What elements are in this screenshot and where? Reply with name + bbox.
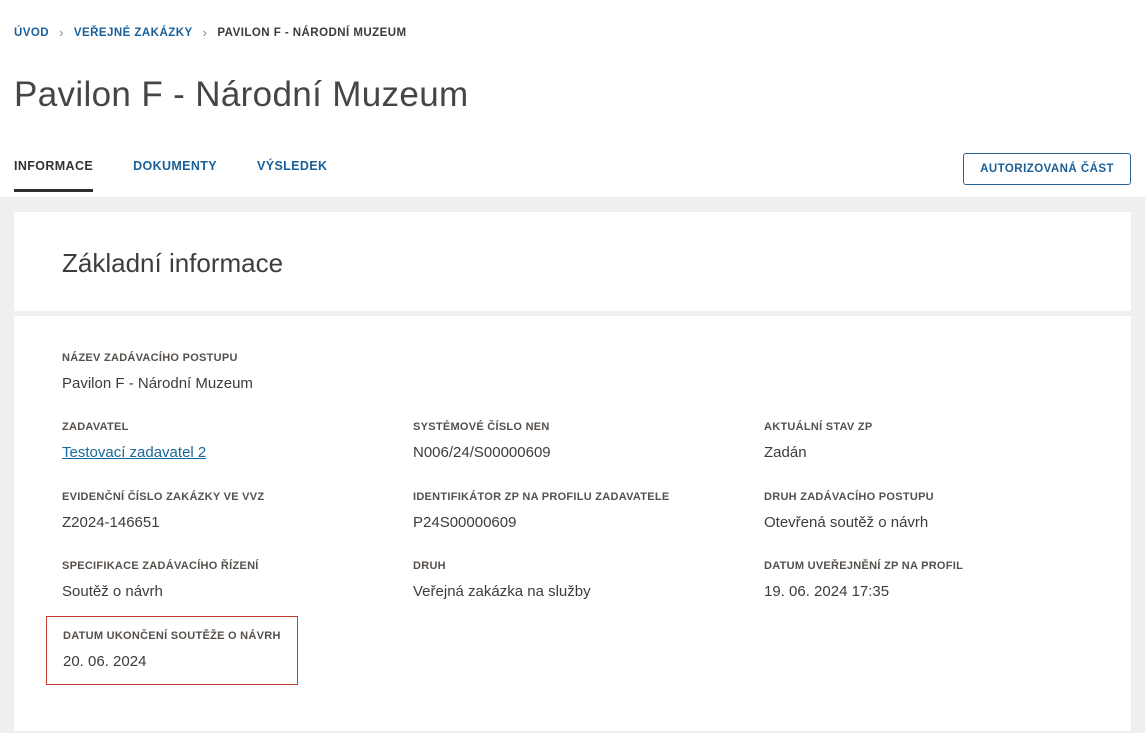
field-value: Soutěž o návrh bbox=[62, 583, 389, 600]
field-evidencni-cislo-vvz: EVIDENČNÍ ČÍSLO ZAKÁZKY VE VVZ Z2024-146… bbox=[62, 491, 389, 531]
field-label: AKTUÁLNÍ STAV ZP bbox=[764, 421, 1091, 433]
field-datum-ukonceni-souteze: DATUM UKONČENÍ SOUTĚŽE O NÁVRH 20. 06. 2… bbox=[62, 629, 389, 685]
field-nazev-zadavaciho-postupu: NÁZEV ZADÁVACÍHO POSTUPU Pavilon F - Nár… bbox=[62, 352, 1091, 392]
zadavatel-link[interactable]: Testovací zadavatel 2 bbox=[62, 444, 206, 461]
field-value: 20. 06. 2024 bbox=[63, 653, 281, 670]
field-value: N006/24/S00000609 bbox=[413, 444, 740, 461]
tab-vysledek[interactable]: VÝSLEDEK bbox=[257, 159, 327, 192]
field-label: DRUH ZADÁVACÍHO POSTUPU bbox=[764, 491, 1091, 503]
field-zadavatel: ZADAVATEL Testovací zadavatel 2 bbox=[62, 421, 389, 462]
section-title: Základní informace bbox=[62, 248, 1083, 279]
tab-dokumenty[interactable]: DOKUMENTY bbox=[133, 159, 217, 192]
field-identifikator-zp: IDENTIFIKÁTOR ZP NA PROFILU ZADAVATELE P… bbox=[413, 491, 740, 531]
chevron-right-icon: › bbox=[59, 26, 64, 39]
breadcrumb: ÚVOD › VEŘEJNÉ ZAKÁZKY › PAVILON F - NÁR… bbox=[14, 26, 1131, 39]
field-label: NÁZEV ZADÁVACÍHO POSTUPU bbox=[62, 352, 1091, 364]
field-systemove-cislo-nen: SYSTÉMOVÉ ČÍSLO NEN N006/24/S00000609 bbox=[413, 421, 740, 462]
field-value: Pavilon F - Národní Muzeum bbox=[62, 375, 1091, 392]
breadcrumb-current-page: PAVILON F - NÁRODNÍ MUZEUM bbox=[217, 27, 406, 39]
field-value: Veřejná zakázka na služby bbox=[413, 583, 740, 600]
breadcrumb-link-uvod[interactable]: ÚVOD bbox=[14, 27, 49, 39]
field-value: Z2024-146651 bbox=[62, 514, 389, 531]
highlighted-field-box: DATUM UKONČENÍ SOUTĚŽE O NÁVRH 20. 06. 2… bbox=[46, 616, 298, 685]
field-label: DATUM UKONČENÍ SOUTĚŽE O NÁVRH bbox=[63, 630, 281, 642]
field-label: SPECIFIKACE ZADÁVACÍHO ŘÍZENÍ bbox=[62, 560, 389, 572]
info-grid: NÁZEV ZADÁVACÍHO POSTUPU Pavilon F - Nár… bbox=[62, 352, 1091, 685]
field-label: IDENTIFIKÁTOR ZP NA PROFILU ZADAVATELE bbox=[413, 491, 740, 503]
field-aktualni-stav-zp: AKTUÁLNÍ STAV ZP Zadán bbox=[764, 421, 1091, 462]
field-label: EVIDENČNÍ ČÍSLO ZAKÁZKY VE VVZ bbox=[62, 491, 389, 503]
breadcrumb-link-verejne-zakazky[interactable]: VEŘEJNÉ ZAKÁZKY bbox=[74, 27, 193, 39]
field-specifikace-zadavaciho-rizeni: SPECIFIKACE ZADÁVACÍHO ŘÍZENÍ Soutěž o n… bbox=[62, 560, 389, 600]
tab-informace[interactable]: INFORMACE bbox=[14, 159, 93, 192]
field-druh-zadavaciho-postupu: DRUH ZADÁVACÍHO POSTUPU Otevřená soutěž … bbox=[764, 491, 1091, 531]
field-label: DRUH bbox=[413, 560, 740, 572]
section-header: Základní informace bbox=[14, 212, 1131, 311]
field-label: ZADAVATEL bbox=[62, 421, 389, 433]
field-druh: DRUH Veřejná zakázka na služby bbox=[413, 560, 740, 600]
tab-list: INFORMACE DOKUMENTY VÝSLEDEK bbox=[14, 159, 367, 192]
field-datum-uverejneni-zp: DATUM UVEŘEJNĚNÍ ZP NA PROFIL 19. 06. 20… bbox=[764, 560, 1091, 600]
chevron-right-icon: › bbox=[203, 26, 208, 39]
section-body: NÁZEV ZADÁVACÍHO POSTUPU Pavilon F - Nár… bbox=[14, 316, 1131, 731]
authorized-section-button[interactable]: AUTORIZOVANÁ ČÁST bbox=[963, 153, 1131, 185]
page-title: Pavilon F - Národní Muzeum bbox=[14, 75, 1131, 115]
page-header: ÚVOD › VEŘEJNÉ ZAKÁZKY › PAVILON F - NÁR… bbox=[0, 0, 1145, 197]
main-content: Základní informace NÁZEV ZADÁVACÍHO POST… bbox=[14, 212, 1131, 731]
tab-bar: INFORMACE DOKUMENTY VÝSLEDEK AUTORIZOVAN… bbox=[14, 153, 1131, 197]
field-label: SYSTÉMOVÉ ČÍSLO NEN bbox=[413, 421, 740, 433]
field-value: Zadán bbox=[764, 444, 1091, 461]
field-value: Otevřená soutěž o návrh bbox=[764, 514, 1091, 531]
field-label: DATUM UVEŘEJNĚNÍ ZP NA PROFIL bbox=[764, 560, 1091, 572]
field-value: 19. 06. 2024 17:35 bbox=[764, 583, 1091, 600]
field-value: P24S00000609 bbox=[413, 514, 740, 531]
